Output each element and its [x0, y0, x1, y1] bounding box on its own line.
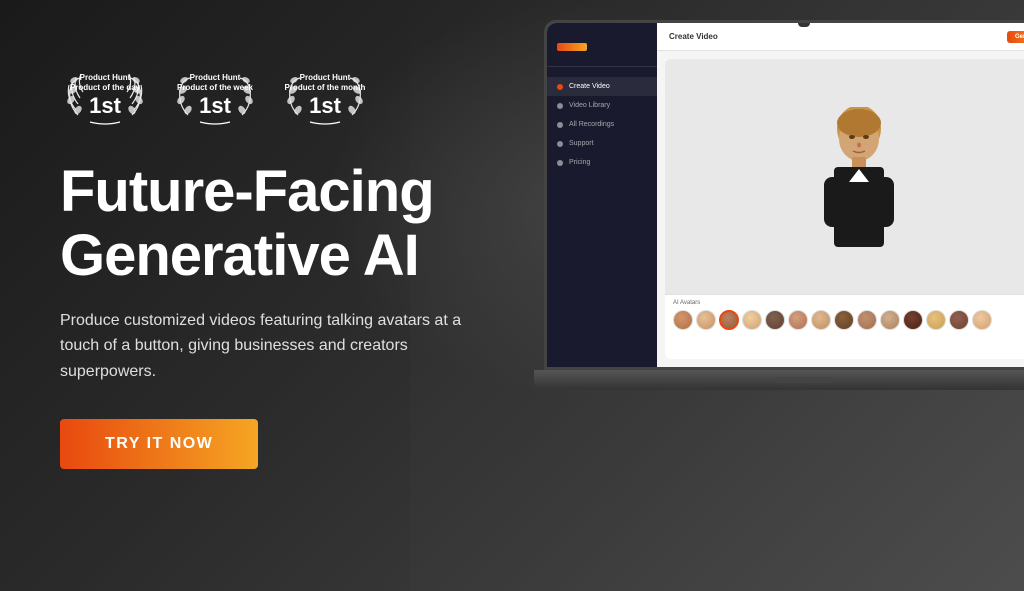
award-week-text: Product Hunt Product of the week 1st	[177, 73, 253, 118]
award-day-line2: Product of the day	[70, 83, 140, 93]
sidebar-dot-recordings	[557, 122, 563, 128]
app-sidebar: Create Video Video Library All Recording…	[547, 23, 657, 367]
avatar-thumb-8[interactable]	[834, 310, 854, 330]
sidebar-item-recordings[interactable]: All Recordings	[547, 115, 657, 134]
avatar-thumb-11[interactable]	[903, 310, 923, 330]
avatar-thumb-9[interactable]	[857, 310, 877, 330]
app-logo	[557, 43, 587, 51]
hero-subtitle: Produce customized videos featuring talk…	[60, 308, 490, 385]
video-preview-area	[665, 59, 1024, 294]
award-laurel-week: Product Hunt Product of the week 1st	[170, 60, 260, 130]
sidebar-dot-pricing	[557, 160, 563, 166]
app-generate-button[interactable]: Generate	[1007, 31, 1024, 43]
sidebar-dot-create	[557, 84, 563, 90]
sidebar-label-pricing: Pricing	[569, 159, 590, 166]
avatar-thumb-2[interactable]	[696, 310, 716, 330]
award-day-rank: 1st	[70, 95, 140, 117]
avatar-thumb-7[interactable]	[811, 310, 831, 330]
avatar-thumb-4[interactable]	[742, 310, 762, 330]
app-main: Create Video Generate	[657, 23, 1024, 367]
left-panel: Product Hunt Product of the day 1st	[0, 0, 580, 591]
app-interface: Create Video Video Library All Recording…	[547, 23, 1024, 367]
avatars-strip: AI Avatars	[665, 294, 1024, 359]
award-laurel-day: Product Hunt Product of the day 1st	[60, 60, 150, 130]
sidebar-dot-support	[557, 141, 563, 147]
app-sidebar-header	[547, 38, 657, 67]
avatar-thumb-5[interactable]	[765, 310, 785, 330]
laptop-screen: Create Video Video Library All Recording…	[544, 20, 1024, 370]
sidebar-label-support: Support	[569, 140, 594, 147]
award-month: Product Hunt Product of the month 1st	[280, 60, 370, 130]
award-week-line2: Product of the week	[177, 83, 253, 93]
avatar-thumb-1[interactable]	[673, 310, 693, 330]
sidebar-item-video-library[interactable]: Video Library	[547, 96, 657, 115]
avatar-thumb-6[interactable]	[788, 310, 808, 330]
avatar-thumb-12[interactable]	[926, 310, 946, 330]
avatar-thumb-3[interactable]	[719, 310, 739, 330]
award-month-line1: Product Hunt	[285, 73, 366, 83]
awards-row: Product Hunt Product of the day 1st	[60, 60, 530, 130]
hero-title-line2: Generative AI	[60, 223, 419, 288]
avatar-thumb-10[interactable]	[880, 310, 900, 330]
award-month-rank: 1st	[285, 95, 366, 117]
avatars-grid	[673, 310, 1024, 330]
app-content-area: AI Avatars	[657, 51, 1024, 367]
avatar-thumb-14[interactable]	[972, 310, 992, 330]
sidebar-item-create-video[interactable]: Create Video	[547, 77, 657, 96]
award-week-line1: Product Hunt	[177, 73, 253, 83]
sidebar-label-library: Video Library	[569, 102, 610, 109]
award-day: Product Hunt Product of the day 1st	[60, 60, 150, 130]
hero-title-line1: Future-Facing	[60, 159, 434, 224]
sidebar-dot-library	[557, 103, 563, 109]
app-topbar-title: Create Video	[669, 32, 718, 41]
award-laurel-month: Product Hunt Product of the month 1st	[280, 60, 370, 130]
hero-title: Future-Facing Generative AI	[60, 160, 530, 288]
app-topbar: Create Video Generate	[657, 23, 1024, 51]
award-month-line2: Product of the month	[285, 83, 366, 93]
award-day-top-line: Product Hunt	[70, 73, 140, 83]
award-week-rank: 1st	[177, 95, 253, 117]
laptop-mockup: Create Video Video Library All Recording…	[544, 20, 1024, 390]
award-month-text: Product Hunt Product of the month 1st	[285, 73, 366, 118]
avatars-strip-label: AI Avatars	[673, 300, 1024, 306]
award-week: Product Hunt Product of the week 1st	[170, 60, 260, 130]
sidebar-item-pricing[interactable]: Pricing	[547, 153, 657, 172]
sidebar-item-support[interactable]: Support	[547, 134, 657, 153]
cta-button[interactable]: TRY IT NOW	[60, 419, 258, 469]
laptop-base	[534, 370, 1024, 390]
video-preview: AI Avatars	[665, 59, 1024, 359]
sidebar-label-create: Create Video	[569, 83, 610, 90]
award-day-text: Product Hunt Product of the day 1st	[70, 73, 140, 118]
ai-avatar-preview	[814, 107, 904, 247]
avatar-thumb-13[interactable]	[949, 310, 969, 330]
sidebar-label-recordings: All Recordings	[569, 121, 614, 128]
content-wrapper: Product Hunt Product of the day 1st	[0, 0, 1024, 591]
right-panel: Create Video Video Library All Recording…	[580, 0, 1024, 591]
